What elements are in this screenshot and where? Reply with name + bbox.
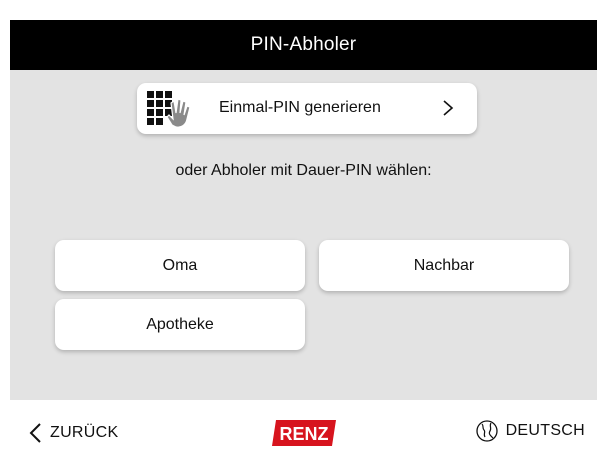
globe-icon xyxy=(475,420,498,442)
chevron-right-icon xyxy=(443,100,454,116)
generate-one-time-pin-button[interactable]: Einmal-PIN generieren xyxy=(137,83,477,134)
page-title-bar: PIN-Abholer xyxy=(10,20,597,70)
generate-one-time-pin-label: Einmal-PIN generieren xyxy=(219,99,381,116)
language-label: DEUTSCH xyxy=(505,422,585,439)
logo-text: RENZ xyxy=(280,424,329,444)
language-button[interactable]: DEUTSCH xyxy=(475,420,585,442)
pickup-button-nachbar[interactable]: Nachbar xyxy=(319,240,569,291)
pickup-label: Nachbar xyxy=(413,256,475,274)
footer-bar: ZURÜCK RENZ DEUTSCH xyxy=(0,400,607,454)
chevron-left-icon xyxy=(29,423,41,443)
choose-permanent-pin-prompt: oder Abholer mit Dauer-PIN wählen: xyxy=(175,162,432,179)
content-area: Einmal-PIN generieren oder Abholer mit D… xyxy=(10,70,597,400)
page-title: PIN-Abholer xyxy=(250,34,357,55)
pickup-button-oma[interactable]: Oma xyxy=(55,240,305,291)
app-screen: PIN-Abholer Einmal-PIN generieren oder A… xyxy=(0,0,607,454)
pickup-button-apotheke[interactable]: Apotheke xyxy=(55,299,305,350)
renz-logo: RENZ xyxy=(272,420,336,446)
pickup-label: Oma xyxy=(162,256,198,274)
pin-keypad-hand-icon xyxy=(147,91,191,128)
pickup-label: Apotheke xyxy=(146,315,214,333)
back-label: ZURÜCK xyxy=(50,424,119,441)
back-button[interactable]: ZURÜCK xyxy=(28,422,118,444)
